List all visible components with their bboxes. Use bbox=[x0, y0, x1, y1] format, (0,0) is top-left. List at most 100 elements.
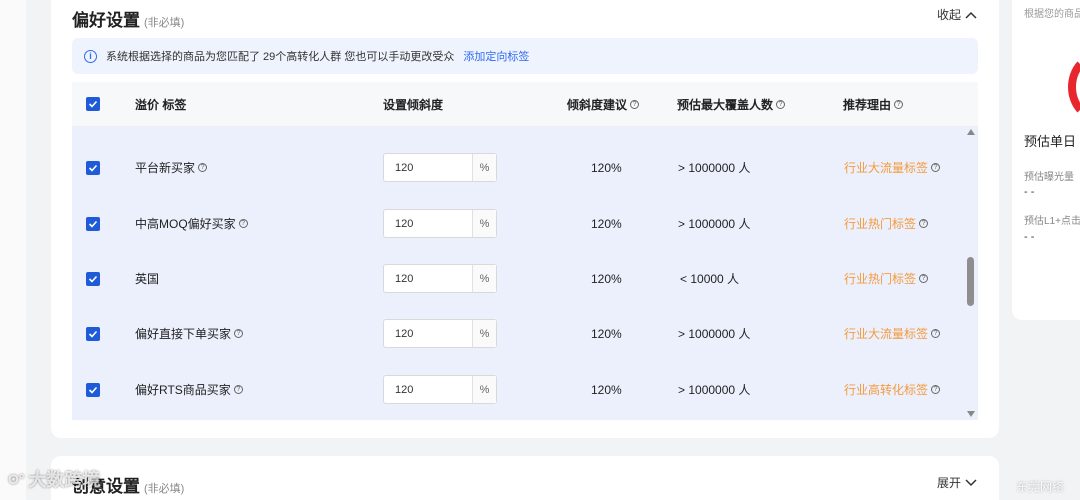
watermark-left: ʘ° 大数跨境 bbox=[8, 466, 101, 492]
watermark-left-text: 大数跨境 bbox=[28, 470, 101, 490]
suggest-cell: 120% bbox=[591, 251, 622, 306]
percent-suffix: % bbox=[472, 320, 496, 347]
reason-value: 行业热门标签 bbox=[844, 272, 917, 286]
preference-card: 偏好设置 (非必填) 收起 i 系统根据选择的商品为您匹配了 29个高转化人群 您… bbox=[51, 0, 999, 438]
preference-subtitle: (非必填) bbox=[144, 17, 185, 29]
header-coverage-label: 预估最大覆盖人数 bbox=[677, 97, 774, 112]
coverage-cell: > 1000000 人 bbox=[678, 140, 750, 195]
table-row: 中高MOQ偏好买家? 120% 120% > 1000000 人 行业热门标签? bbox=[72, 196, 965, 251]
left-strip bbox=[0, 0, 26, 500]
help-icon[interactable]: ? bbox=[931, 385, 941, 394]
tag-name: 偏好RTS商品买家 bbox=[135, 383, 231, 397]
tag-name: 平台新买家 bbox=[135, 161, 196, 175]
slope-input[interactable]: 120% bbox=[383, 319, 497, 348]
row-checkbox[interactable] bbox=[86, 362, 100, 417]
tag-name-cell: 偏好RTS商品买家? bbox=[135, 362, 243, 417]
slope-input[interactable]: 120% bbox=[383, 375, 497, 404]
help-icon[interactable]: ? bbox=[238, 219, 248, 228]
notice-text: 系统根据选择的商品为您匹配了 29个高转化人群 您也可以手动更改受众 bbox=[106, 51, 455, 63]
coverage-value: < 10000 人 bbox=[680, 272, 740, 286]
reason-value: 行业热门标签 bbox=[844, 217, 917, 231]
exposure-value: - - bbox=[1024, 186, 1035, 198]
row-checkbox[interactable] bbox=[86, 196, 100, 251]
suggest-value: 120% bbox=[591, 271, 622, 286]
reason-cell: 行业大流量标签? bbox=[844, 140, 941, 195]
expand-label: 展开 bbox=[936, 476, 961, 490]
help-icon[interactable]: ? bbox=[234, 329, 244, 338]
expand-button[interactable]: 展开 bbox=[937, 474, 977, 491]
chevron-up-icon bbox=[965, 11, 977, 19]
suggest-value: 120% bbox=[591, 216, 622, 231]
creative-card: 创意设置 (非必填) 展开 bbox=[51, 456, 999, 500]
notice-bar: i 系统根据选择的商品为您匹配了 29个高转化人群 您也可以手动更改受众 添加定… bbox=[72, 38, 978, 74]
help-icon[interactable]: ? bbox=[776, 99, 786, 109]
table-row: 偏好直接下单买家? 120% 120% > 1000000 人 行业大流量标签? bbox=[72, 306, 965, 361]
slope-input[interactable]: 120% bbox=[383, 264, 497, 293]
reason-value: 行业大流量标签 bbox=[844, 161, 929, 175]
scrollbar-thumb[interactable] bbox=[967, 257, 974, 306]
header-reason-label: 推荐理由 bbox=[843, 97, 892, 112]
row-checkbox[interactable] bbox=[86, 140, 100, 195]
help-icon[interactable]: ? bbox=[630, 99, 640, 109]
click-label: 预估L1+点击 bbox=[1024, 216, 1080, 227]
suggest-value: 120% bbox=[591, 326, 622, 341]
chevron-down-icon bbox=[965, 478, 977, 486]
percent-suffix: % bbox=[472, 210, 496, 237]
tag-name: 英国 bbox=[135, 272, 160, 286]
estimate-gauge-icon bbox=[1068, 52, 1080, 122]
estimate-side-panel: 根据您的商品 预估单日 预估曝光量 - - 预估L1+点击 - - bbox=[1012, 0, 1080, 320]
slope-value[interactable]: 120 bbox=[384, 376, 472, 403]
help-icon[interactable]: ? bbox=[919, 219, 929, 228]
row-checkbox[interactable] bbox=[86, 306, 100, 361]
tag-name-cell: 中高MOQ偏好买家? bbox=[135, 196, 248, 251]
slope-input[interactable]: 120% bbox=[383, 153, 497, 182]
help-icon[interactable]: ? bbox=[198, 163, 208, 172]
help-icon[interactable]: ? bbox=[931, 329, 941, 338]
suggest-cell: 120% bbox=[591, 362, 622, 417]
coverage-value: > 1000000 人 bbox=[678, 383, 751, 397]
reason-cell: 行业大流量标签? bbox=[844, 306, 941, 361]
row-checkbox[interactable] bbox=[86, 251, 100, 306]
suggest-value: 120% bbox=[591, 382, 622, 397]
header-suggest-label: 倾斜度建议 bbox=[567, 97, 628, 112]
scroll-up-arrow-icon[interactable] bbox=[967, 129, 975, 135]
coverage-cell: > 1000000 人 bbox=[678, 196, 750, 251]
help-icon[interactable]: ? bbox=[919, 274, 929, 283]
table-row: 英国 120% 120% < 10000 人 行业热门标签? bbox=[72, 251, 965, 306]
percent-suffix: % bbox=[472, 154, 496, 181]
reason-cell: 行业高转化标签? bbox=[844, 362, 941, 417]
add-tag-link[interactable]: 添加定向标签 bbox=[463, 48, 529, 64]
header-tag-label: 溢价 标签 bbox=[135, 97, 187, 112]
slope-value[interactable]: 120 bbox=[384, 154, 472, 181]
side-hint: 根据您的商品 bbox=[1024, 9, 1080, 20]
header-suggest: 倾斜度建议? bbox=[567, 82, 640, 126]
help-icon[interactable]: ? bbox=[931, 163, 941, 172]
table-row: 平台新买家? 120% 120% > 1000000 人 行业大流量标签? bbox=[72, 140, 965, 195]
slope-value[interactable]: 120 bbox=[384, 210, 472, 237]
slope-input[interactable]: 120% bbox=[383, 209, 497, 238]
tag-name-cell: 英国 bbox=[135, 251, 159, 306]
slope-value[interactable]: 120 bbox=[384, 320, 472, 347]
tag-name: 偏好直接下单买家 bbox=[135, 327, 232, 341]
exposure-label: 预估曝光量 bbox=[1024, 172, 1074, 183]
coverage-value: > 1000000 人 bbox=[678, 217, 751, 231]
percent-suffix: % bbox=[472, 265, 496, 292]
help-icon[interactable]: ? bbox=[894, 99, 904, 109]
watermark-logo-icon: ʘ° bbox=[8, 471, 25, 487]
estimate-title: 预估单日 bbox=[1024, 134, 1077, 149]
help-icon[interactable]: ? bbox=[233, 385, 243, 394]
click-value: - - bbox=[1024, 231, 1035, 243]
collapse-button[interactable]: 收起 bbox=[937, 6, 977, 23]
scroll-down-arrow-icon[interactable] bbox=[967, 411, 975, 417]
reason-value: 行业高转化标签 bbox=[844, 383, 929, 397]
header-reason: 推荐理由? bbox=[843, 82, 904, 126]
suggest-cell: 120% bbox=[591, 196, 622, 251]
info-icon: i bbox=[84, 49, 97, 63]
slope-value[interactable]: 120 bbox=[384, 265, 472, 292]
collapse-label: 收起 bbox=[936, 8, 961, 22]
select-all-checkbox[interactable] bbox=[86, 82, 100, 126]
table-header: 溢价 标签 设置倾斜度 倾斜度建议? 预估最大覆盖人数? 推荐理由? bbox=[72, 82, 978, 126]
table-scrollbar[interactable] bbox=[965, 126, 978, 420]
header-coverage: 预估最大覆盖人数? bbox=[677, 82, 786, 126]
tag-name: 中高MOQ偏好买家 bbox=[135, 217, 236, 231]
